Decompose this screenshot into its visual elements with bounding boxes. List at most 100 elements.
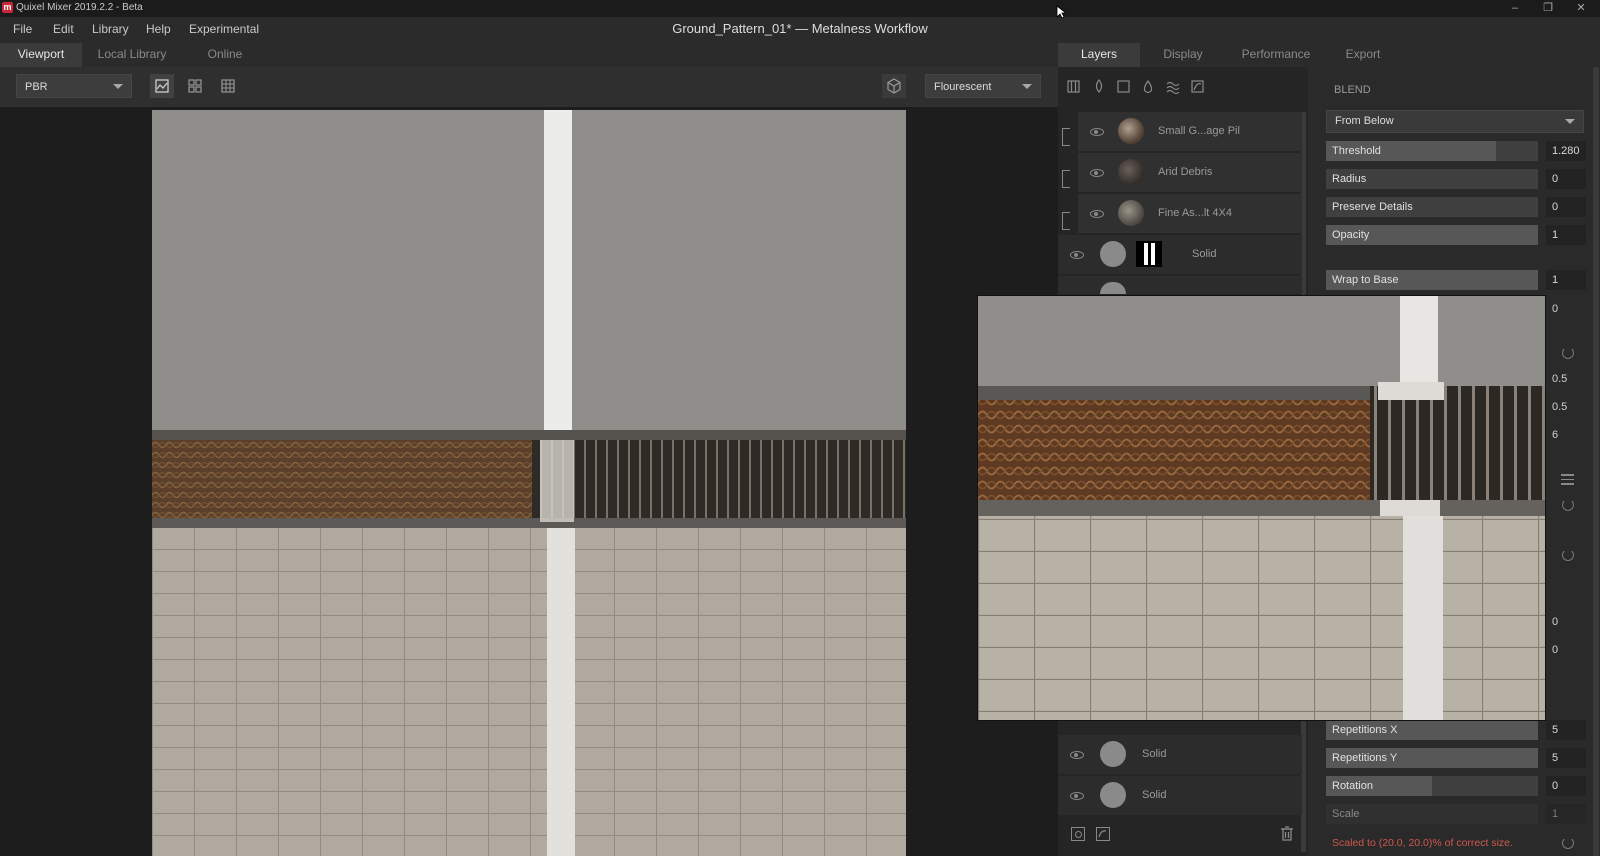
tab-display[interactable]: Display xyxy=(1142,43,1224,67)
eye-icon[interactable] xyxy=(1070,751,1084,759)
tab-viewport[interactable]: Viewport xyxy=(0,43,82,67)
repetitions-x-label: Repetitions X xyxy=(1332,724,1398,736)
menu-file[interactable]: File xyxy=(13,22,32,36)
scale-slider[interactable]: Scale xyxy=(1326,804,1538,824)
repetitions-x-value[interactable]: 5 xyxy=(1546,720,1586,740)
tab-layers[interactable]: Layers xyxy=(1058,43,1140,67)
eye-icon[interactable] xyxy=(1070,251,1084,259)
layer-row[interactable]: Solid xyxy=(1058,776,1302,815)
menu-library[interactable]: Library xyxy=(92,22,129,36)
eye-icon[interactable] xyxy=(1090,128,1104,136)
close-button[interactable]: ✕ xyxy=(1566,1,1596,16)
rotation-label: Rotation xyxy=(1332,780,1373,792)
chevron-down-icon xyxy=(1565,119,1575,124)
eye-icon[interactable] xyxy=(1090,210,1104,218)
tab-local-library[interactable]: Local Library xyxy=(84,43,180,67)
reset-icon[interactable] xyxy=(1562,347,1574,359)
rotation-value[interactable]: 0 xyxy=(1546,776,1586,796)
layer-thumbnail xyxy=(1118,118,1144,144)
scale-label: Scale xyxy=(1332,808,1360,820)
eye-icon[interactable] xyxy=(1090,169,1104,177)
layer-name: Fine As...lt 4X4 xyxy=(1158,207,1232,219)
layer-color-swatch xyxy=(1100,241,1126,267)
lighting-value: Flourescent xyxy=(934,81,992,93)
property-value[interactable]: 6 xyxy=(1546,429,1558,441)
layer-row[interactable]: Solid xyxy=(1058,735,1302,774)
trash-icon[interactable] xyxy=(1280,826,1294,842)
property-value[interactable]: 0 xyxy=(1546,616,1558,628)
tab-online[interactable]: Online xyxy=(182,43,268,67)
menu-edit[interactable]: Edit xyxy=(53,22,74,36)
property-value[interactable]: 0 xyxy=(1546,644,1558,656)
split-view-icon[interactable] xyxy=(183,74,207,98)
properties-scrollbar[interactable] xyxy=(1593,67,1599,856)
add-layer-icon[interactable] xyxy=(1071,827,1085,841)
threshold-value[interactable]: 1.280 xyxy=(1546,141,1586,161)
layer-tools xyxy=(1067,79,1204,95)
layer-row[interactable]: Arid Debris xyxy=(1078,153,1302,192)
scale-value[interactable]: 1 xyxy=(1546,804,1586,824)
radius-slider[interactable]: Radius xyxy=(1326,169,1538,189)
menu-help[interactable]: Help xyxy=(146,22,171,36)
layer-color-swatch xyxy=(1100,782,1126,808)
preserve-details-slider[interactable]: Preserve Details xyxy=(1326,197,1538,217)
property-value[interactable]: 0 xyxy=(1546,303,1558,315)
menu-experimental[interactable]: Experimental xyxy=(189,22,259,36)
layer-row[interactable]: Small G...age Pil xyxy=(1078,112,1302,151)
menu-icon[interactable] xyxy=(1561,474,1574,485)
floating-preview[interactable] xyxy=(977,295,1546,721)
app-logo-icon: m xyxy=(2,2,13,13)
wrap-to-base-label: Wrap to Base xyxy=(1332,274,1399,286)
layer-row[interactable] xyxy=(1058,276,1302,294)
blend-mode-dropdown[interactable]: From Below xyxy=(1326,110,1584,133)
reset-icon[interactable] xyxy=(1562,499,1574,511)
status-message: Scaled to (20.0, 20.0)% of correct size. xyxy=(1332,837,1513,849)
repetitions-y-slider[interactable]: Repetitions Y xyxy=(1326,748,1538,768)
layer-mask-thumbnail[interactable] xyxy=(1136,241,1162,267)
preserve-details-value[interactable]: 0 xyxy=(1546,197,1586,217)
opacity-slider[interactable]: Opacity xyxy=(1326,225,1538,245)
lighting-dropdown[interactable]: Flourescent xyxy=(925,74,1041,98)
layer-color-swatch xyxy=(1100,741,1126,767)
tab-export[interactable]: Export xyxy=(1328,43,1398,67)
layer-row[interactable]: Fine As...lt 4X4 xyxy=(1078,194,1302,233)
threshold-label: Threshold xyxy=(1332,145,1381,157)
rotation-slider[interactable]: Rotation xyxy=(1326,776,1538,796)
clip-icon[interactable] xyxy=(1062,212,1070,230)
layer-thumbnail xyxy=(1118,200,1144,226)
wrap-to-base-slider[interactable]: Wrap to Base xyxy=(1326,270,1538,290)
property-value[interactable]: 0.5 xyxy=(1546,401,1567,413)
render-mode-value: PBR xyxy=(25,81,48,93)
reset-icon[interactable] xyxy=(1562,837,1574,849)
layer-thumbnail xyxy=(1118,159,1144,185)
minimize-button[interactable]: – xyxy=(1500,1,1530,16)
radius-label: Radius xyxy=(1332,173,1367,185)
layer-color-swatch xyxy=(1100,282,1126,294)
opacity-value[interactable]: 1 xyxy=(1546,225,1586,245)
reset-icon[interactable] xyxy=(1562,549,1574,561)
clip-icon[interactable] xyxy=(1062,170,1070,188)
add-mask-icon[interactable] xyxy=(1096,827,1110,841)
repetitions-y-value[interactable]: 5 xyxy=(1546,748,1586,768)
threshold-slider[interactable]: Threshold xyxy=(1326,141,1538,161)
cube-icon[interactable] xyxy=(882,74,906,98)
layer-row[interactable]: Solid xyxy=(1058,235,1302,274)
app-title: Quixel Mixer 2019.2.2 - Beta xyxy=(16,2,143,13)
eye-icon[interactable] xyxy=(1070,792,1084,800)
clip-icon[interactable] xyxy=(1062,128,1070,146)
image-view-icon[interactable] xyxy=(150,74,174,98)
tab-performance[interactable]: Performance xyxy=(1226,43,1326,67)
layer-name: Arid Debris xyxy=(1158,166,1213,178)
repetitions-x-slider[interactable]: Repetitions X xyxy=(1326,720,1538,740)
texture-canvas[interactable] xyxy=(152,110,906,856)
radius-value[interactable]: 0 xyxy=(1546,169,1586,189)
repetitions-y-label: Repetitions Y xyxy=(1332,752,1398,764)
maximize-button[interactable]: ❐ xyxy=(1533,1,1563,16)
wrap-to-base-value[interactable]: 1 xyxy=(1546,270,1586,290)
property-value[interactable]: 0.5 xyxy=(1546,373,1567,385)
menu-bar: Ground_Pattern_01* — Metalness Workflow … xyxy=(0,17,1600,43)
layer-name: Small G...age Pil xyxy=(1158,125,1240,137)
render-mode-dropdown[interactable]: PBR xyxy=(16,74,132,98)
grid-view-icon[interactable] xyxy=(216,74,240,98)
mouse-cursor-icon xyxy=(1056,5,1066,19)
